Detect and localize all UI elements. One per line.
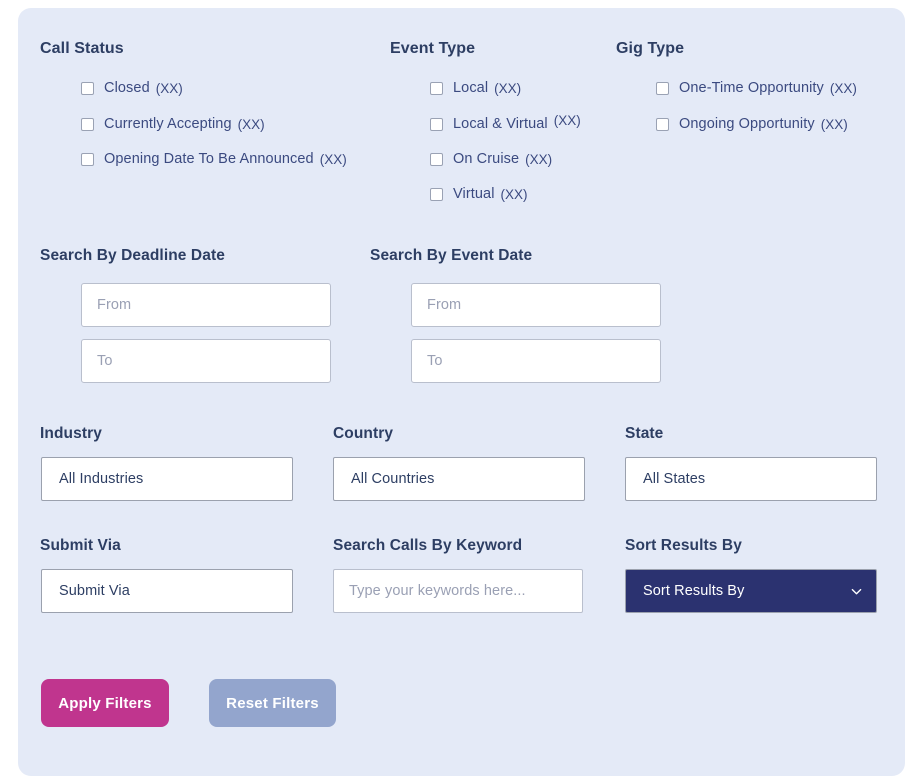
checkbox-label-closed: Closed xyxy=(104,80,150,96)
checkbox-label-virtual: Virtual xyxy=(453,186,495,202)
checkbox-row-one-time-opportunity[interactable]: One-Time Opportunity (XX) xyxy=(656,80,857,96)
industry-select[interactable]: All Industries xyxy=(41,457,293,501)
submit-via-label: Submit Via xyxy=(40,537,121,554)
event-date-from-input[interactable]: From xyxy=(411,283,661,327)
deadline-date-heading: Search By Deadline Date xyxy=(40,247,225,264)
checkbox-on-cruise[interactable] xyxy=(430,152,443,166)
checkbox-row-virtual[interactable]: Virtual (XX) xyxy=(430,186,528,202)
checkbox-one-time-opportunity[interactable] xyxy=(656,81,669,95)
checkbox-currently-accepting[interactable] xyxy=(81,117,94,131)
checkbox-row-currently-accepting[interactable]: Currently Accepting (XX) xyxy=(81,116,265,132)
checkbox-row-on-cruise[interactable]: On Cruise (XX) xyxy=(430,151,552,167)
sort-results-select[interactable]: Sort Results By xyxy=(625,569,877,613)
chevron-down-icon xyxy=(851,588,862,594)
state-label: State xyxy=(625,425,664,442)
gig-type-heading: Gig Type xyxy=(616,40,685,57)
keyword-input[interactable]: Type your keywords here... xyxy=(333,569,583,613)
checkbox-ongoing-opportunity[interactable] xyxy=(656,117,669,131)
checkbox-label-local: Local xyxy=(453,80,489,96)
submit-via-select[interactable]: Submit Via xyxy=(41,569,293,613)
deadline-date-from-input[interactable]: From xyxy=(81,283,331,327)
event-date-heading: Search By Event Date xyxy=(370,247,533,264)
event-date-to-input[interactable]: To xyxy=(411,339,661,383)
reset-filters-button[interactable]: Reset Filters xyxy=(209,679,336,727)
checkbox-virtual[interactable] xyxy=(430,187,443,201)
checkbox-count-opening-date-tba: (XX) xyxy=(319,151,347,167)
state-select[interactable]: All States xyxy=(625,457,877,501)
checkbox-label-currently-accepting: Currently Accepting xyxy=(104,116,232,132)
checkbox-row-ongoing-opportunity[interactable]: Ongoing Opportunity (XX) xyxy=(656,116,848,132)
checkbox-local-and-virtual[interactable] xyxy=(430,117,443,131)
checkbox-count-local-and-virtual: (XX) xyxy=(553,112,581,128)
checkbox-count-virtual: (XX) xyxy=(500,186,528,202)
checkbox-label-one-time-opportunity: One-Time Opportunity xyxy=(679,80,824,96)
checkbox-row-local-and-virtual[interactable]: Local & Virtual (XX) xyxy=(430,112,581,132)
checkbox-label-opening-date-tba: Opening Date To Be Announced xyxy=(104,151,314,167)
checkbox-count-currently-accepting: (XX) xyxy=(237,116,265,132)
event-type-heading: Event Type xyxy=(390,40,476,57)
checkbox-row-opening-date-tba[interactable]: Opening Date To Be Announced (XX) xyxy=(81,151,347,167)
deadline-date-to-input[interactable]: To xyxy=(81,339,331,383)
checkbox-label-local-and-virtual: Local & Virtual xyxy=(453,116,548,132)
checkbox-opening-date-tba[interactable] xyxy=(81,152,94,166)
country-label: Country xyxy=(333,425,394,442)
apply-filters-button[interactable]: Apply Filters xyxy=(41,679,169,727)
call-status-heading: Call Status xyxy=(40,40,124,57)
checkbox-count-on-cruise: (XX) xyxy=(525,151,553,167)
checkbox-row-closed[interactable]: Closed (XX) xyxy=(81,80,183,96)
checkbox-count-closed: (XX) xyxy=(155,80,183,96)
industry-label: Industry xyxy=(40,425,102,442)
sort-results-value: Sort Results By xyxy=(643,583,745,599)
checkbox-row-local[interactable]: Local (XX) xyxy=(430,80,521,96)
sort-results-label: Sort Results By xyxy=(625,537,742,554)
filter-panel: Call Status Closed (XX) Currently Accept… xyxy=(18,8,905,776)
keyword-label: Search Calls By Keyword xyxy=(333,537,523,554)
checkbox-count-ongoing-opportunity: (XX) xyxy=(820,116,848,132)
checkbox-local[interactable] xyxy=(430,81,443,95)
checkbox-label-ongoing-opportunity: Ongoing Opportunity xyxy=(679,116,815,132)
checkbox-label-on-cruise: On Cruise xyxy=(453,151,520,167)
checkbox-closed[interactable] xyxy=(81,81,94,95)
checkbox-count-one-time-opportunity: (XX) xyxy=(829,80,857,96)
country-select[interactable]: All Countries xyxy=(333,457,585,501)
checkbox-count-local: (XX) xyxy=(494,80,522,96)
